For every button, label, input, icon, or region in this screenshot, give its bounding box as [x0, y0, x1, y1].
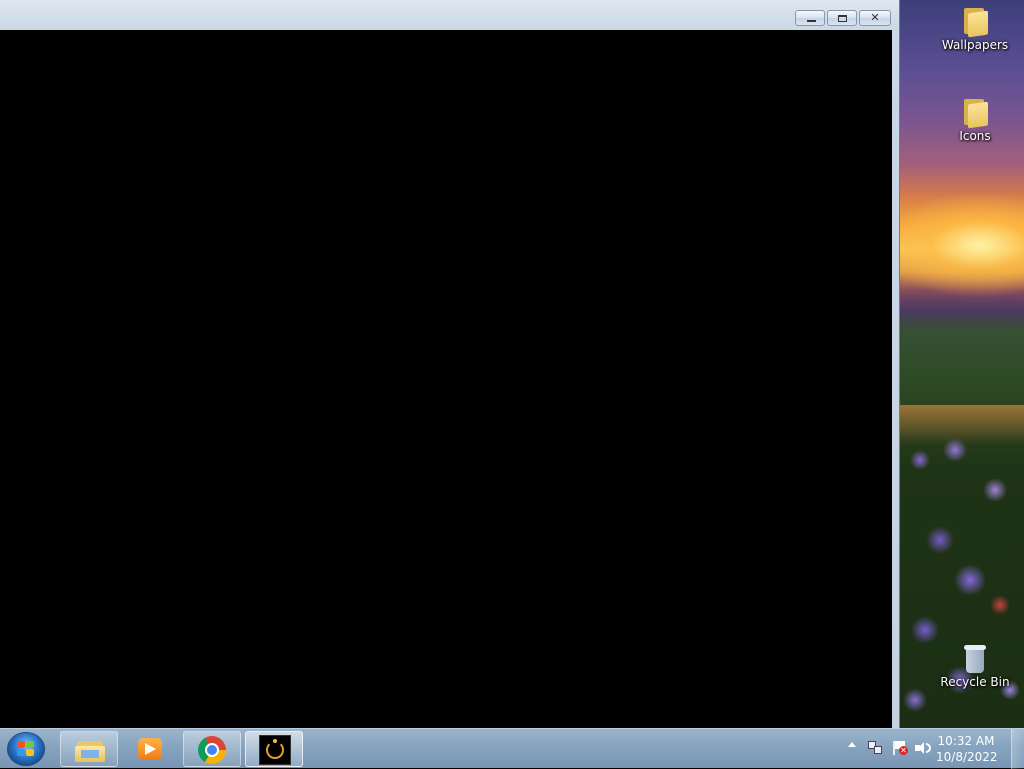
windows-start-icon [17, 741, 35, 757]
minimize-icon [807, 20, 816, 22]
desktop-icon-recycle-bin[interactable]: Recycle Bin [935, 645, 1015, 689]
app-window[interactable]: ✕ [0, 0, 900, 728]
network-icon[interactable] [868, 741, 882, 755]
window-client-area[interactable] [0, 30, 892, 728]
start-button[interactable] [7, 732, 45, 766]
action-center-icon[interactable]: ✕ [892, 740, 908, 756]
clock[interactable]: 10:32 AM 10/8/2022 [936, 733, 998, 765]
window-titlebar[interactable]: ✕ [0, 0, 899, 30]
taskbar-item-explorer[interactable] [60, 731, 118, 767]
taskbar-item-app[interactable] [245, 731, 303, 767]
desktop-icon-label: Icons [959, 129, 991, 143]
chrome-icon [198, 736, 226, 764]
close-button[interactable]: ✕ [859, 10, 891, 26]
taskbar-item-chrome[interactable] [183, 731, 241, 767]
recycle-bin-icon [964, 645, 986, 673]
show-hidden-icons-icon[interactable] [848, 742, 856, 747]
clock-date: 10/8/2022 [936, 750, 998, 764]
show-desktop-button[interactable] [1011, 729, 1024, 769]
desktop-icon-wallpapers[interactable]: Wallpapers [935, 6, 1015, 52]
desktop-icon-label: Wallpapers [941, 38, 1009, 52]
close-icon: ✕ [870, 11, 880, 24]
clock-time: 10:32 AM [937, 734, 995, 748]
app-icon [259, 735, 291, 765]
taskbar-item-media-player[interactable] [121, 731, 179, 767]
desktop-icon-label: Recycle Bin [940, 675, 1010, 689]
maximize-button[interactable] [827, 10, 857, 26]
folder-icon [962, 6, 988, 38]
file-explorer-icon [75, 738, 105, 762]
desktop-icon-icons[interactable]: Icons [935, 97, 1015, 143]
media-player-icon [138, 738, 162, 760]
volume-icon[interactable] [914, 740, 932, 756]
minimize-button[interactable] [795, 10, 825, 26]
folder-icon [962, 97, 988, 129]
taskbar: ✕ 10:32 AM 10/8/2022 [0, 728, 1024, 769]
restore-icon [838, 15, 847, 22]
